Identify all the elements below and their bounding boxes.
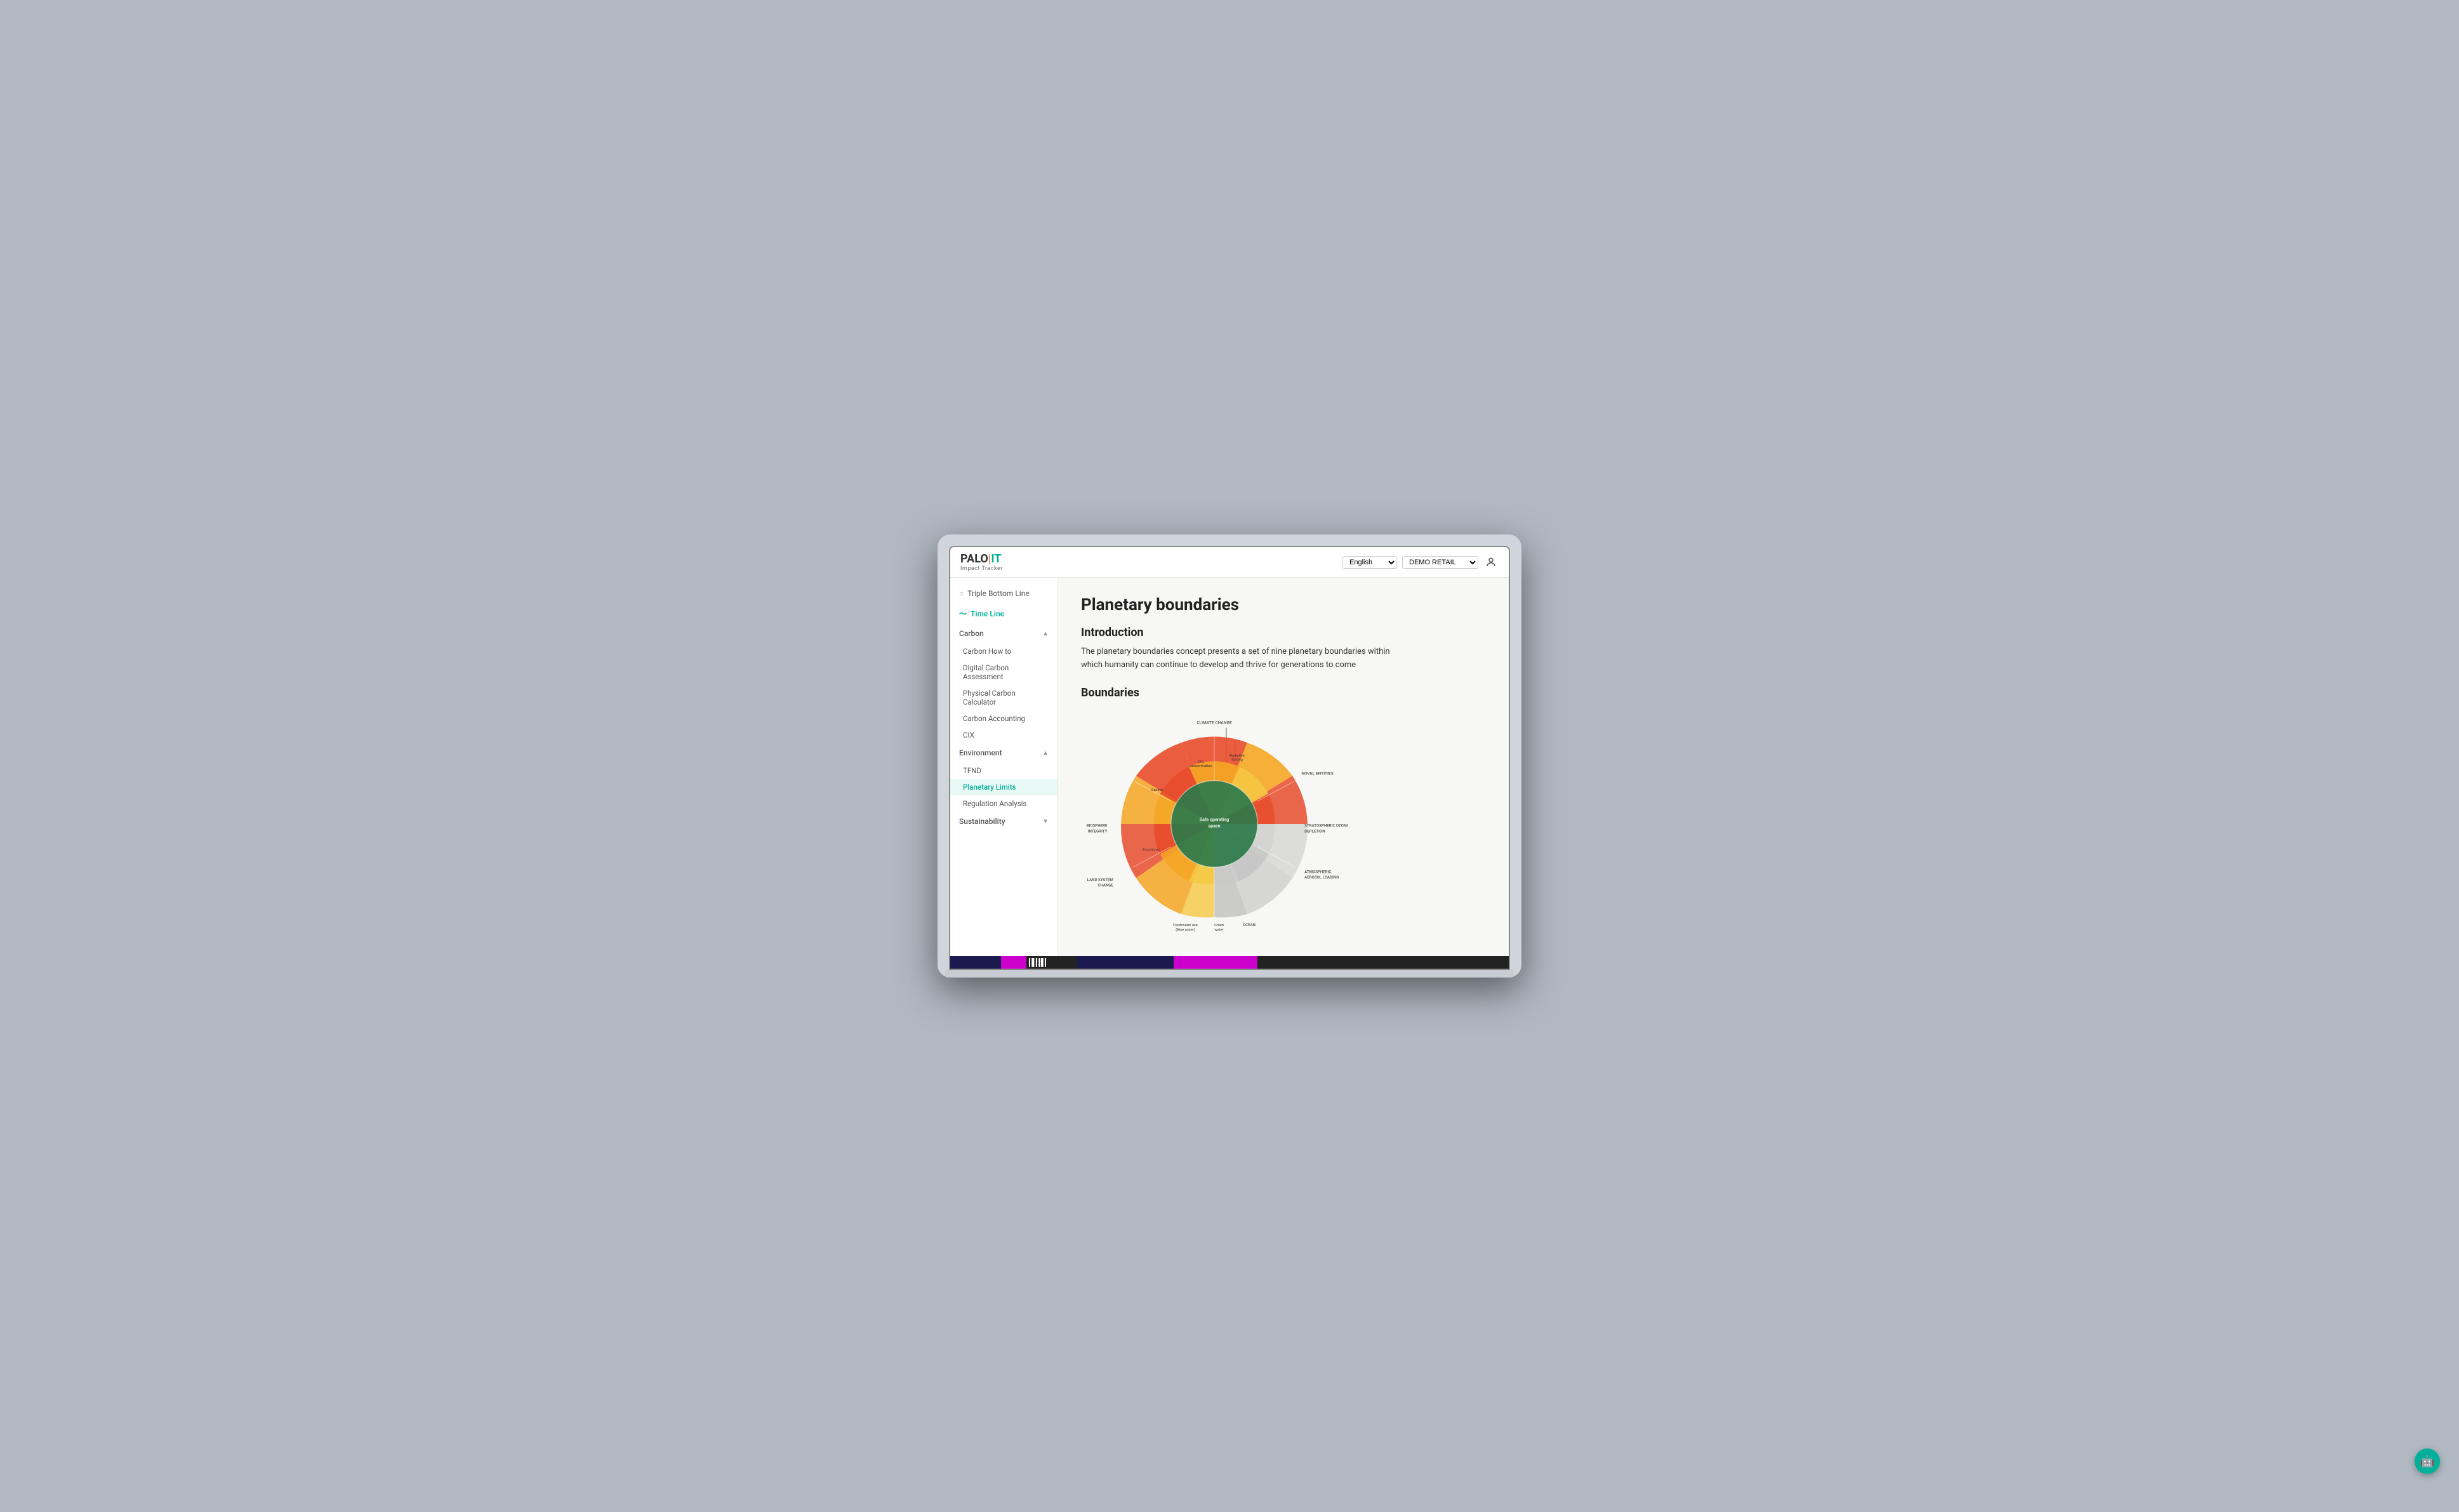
tfnd-label: TFND (963, 766, 981, 775)
logo-it: IT (991, 552, 1001, 566)
green-water-label2: water (1215, 928, 1224, 932)
laptop-screen: PALO|IT Impact Tracker English French Ge… (949, 546, 1510, 970)
page-title: Planetary boundaries (1081, 595, 1486, 614)
chart-svg: Increasing risk (1081, 710, 1348, 938)
physical-carbon-label: Physical Carbon Calculator (963, 689, 1049, 706)
logo-area: PALO|IT Impact Tracker (960, 552, 1003, 572)
sidebar-item-physical-carbon-calculator[interactable]: Physical Carbon Calculator (950, 685, 1057, 710)
sidebar-item-planetary-limits[interactable]: Planetary Limits (950, 779, 1057, 795)
safe-operating-space-line1: Safe operating (1200, 816, 1229, 822)
sidebar-item-carbon-how-to[interactable]: Carbon How to (950, 643, 1057, 660)
bottom-bar-barcode (1026, 956, 1077, 969)
carbon-how-to-label: Carbon How to (963, 647, 1011, 656)
sidebar-section-environment[interactable]: Environment ▲ (950, 743, 1057, 762)
land-label2: CHANGE (1097, 882, 1113, 887)
planetary-boundaries-chart: Increasing risk (1081, 710, 1348, 938)
digital-carbon-label: Digital Carbon Assessment (963, 663, 1049, 681)
bottom-bar (950, 956, 1509, 969)
radiative-sub-label: forcing (1231, 757, 1243, 762)
header-right: English French German DEMO RETAIL DEMO T… (1342, 555, 1499, 570)
radiative-label: Radiative (1230, 754, 1244, 758)
laptop-bottom-bezel (945, 970, 1514, 978)
freshwater-label2: (Blue water) (1176, 927, 1195, 932)
triple-bottom-line-icon: ○ (959, 589, 964, 598)
carbon-section-label: Carbon (959, 629, 984, 638)
logo-subtitle: Impact Tracker (960, 566, 1003, 572)
time-line-icon: 〜 (959, 608, 967, 619)
sidebar-section-carbon[interactable]: Carbon ▲ (950, 624, 1057, 643)
green-water-label: Green (1214, 924, 1224, 927)
stratospheric-label2: DEPLETION (1304, 828, 1325, 833)
language-select[interactable]: English French German (1342, 556, 1397, 569)
user-icon[interactable] (1483, 555, 1499, 570)
sidebar-item-time-line[interactable]: 〜 Time Line (950, 603, 1057, 624)
sidebar-item-digital-carbon-assessment[interactable]: Digital Carbon Assessment (950, 660, 1057, 685)
sustainability-section-label: Sustainability (959, 817, 1005, 826)
sidebar-item-triple-bottom-line[interactable]: ○ Triple Bottom Line (950, 584, 1057, 603)
biosphere-label1: BIOSPHERE (1087, 823, 1108, 828)
land-label1: LAND SYSTEM (1087, 877, 1113, 882)
co2-label: CO₂ (1198, 760, 1204, 764)
sidebar-item-tfnd[interactable]: TFND (950, 762, 1057, 779)
safe-operating-space-line2: space (1209, 823, 1221, 828)
planetary-limits-label: Planetary Limits (963, 783, 1016, 792)
cix-label: CIX (963, 731, 974, 739)
app-header: PALO|IT Impact Tracker English French Ge… (950, 547, 1509, 578)
logo-text: PALO|IT (960, 552, 1003, 566)
sidebar-section-sustainability[interactable]: Sustainability ▼ (950, 812, 1057, 831)
triple-bottom-line-label: Triple Bottom Line (967, 589, 1029, 598)
regulation-analysis-label: Regulation Analysis (963, 799, 1026, 808)
environment-section-label: Environment (959, 748, 1002, 757)
genetic-label: Genetic (1151, 788, 1163, 792)
carbon-accounting-label: Carbon Accounting (963, 714, 1025, 723)
time-line-label: Time Line (971, 609, 1004, 618)
sidebar-item-cix[interactable]: CIX (950, 727, 1057, 743)
sidebar-item-regulation-analysis[interactable]: Regulation Analysis (950, 795, 1057, 812)
freshwater-label1: Freshwater use (1173, 924, 1198, 927)
climate-change-label: CLIMATE CHANGE (1196, 720, 1232, 726)
co2-sub-label: concentration (1190, 764, 1212, 768)
laptop-frame: PALO|IT Impact Tracker English French Ge… (938, 534, 1521, 978)
stratospheric-label1: STRATOSPHERIC OZONE (1304, 823, 1348, 828)
chatbot-button[interactable]: 🤖 (2415, 1449, 2440, 1474)
environment-section-chevron: ▲ (1042, 750, 1049, 757)
novel-entities-label: NOVEL ENTITIES (1301, 771, 1333, 776)
demo-select[interactable]: DEMO RETAIL DEMO TECH (1402, 556, 1478, 569)
aerosol-label1: ATMOSPHERIC (1304, 869, 1331, 874)
carbon-section-chevron: ▲ (1042, 630, 1049, 637)
main-content: Planetary boundaries Introduction The pl… (1058, 578, 1509, 956)
functional-label: Functional (1143, 848, 1159, 852)
app-body: ○ Triple Bottom Line 〜 Time Line Carbon … (950, 578, 1509, 956)
logo-palo: PALO (960, 552, 988, 566)
biosphere-label2: INTEGRITY (1088, 828, 1108, 833)
boundaries-title: Boundaries (1081, 686, 1486, 700)
sustainability-section-chevron: ▼ (1042, 818, 1049, 825)
bottom-bar-dark (950, 956, 1001, 969)
aerosol-label2: AEROSOL LOADING (1304, 875, 1339, 880)
ocean-label: OCEAN (1243, 922, 1256, 927)
sidebar-item-carbon-accounting[interactable]: Carbon Accounting (950, 710, 1057, 727)
introduction-text: The planetary boundaries concept present… (1081, 646, 1411, 672)
introduction-title: Introduction (1081, 626, 1486, 639)
sidebar: ○ Triple Bottom Line 〜 Time Line Carbon … (950, 578, 1058, 956)
bottom-bar-purple (1001, 956, 1026, 969)
chatbot-icon: 🤖 (2420, 1455, 2434, 1468)
